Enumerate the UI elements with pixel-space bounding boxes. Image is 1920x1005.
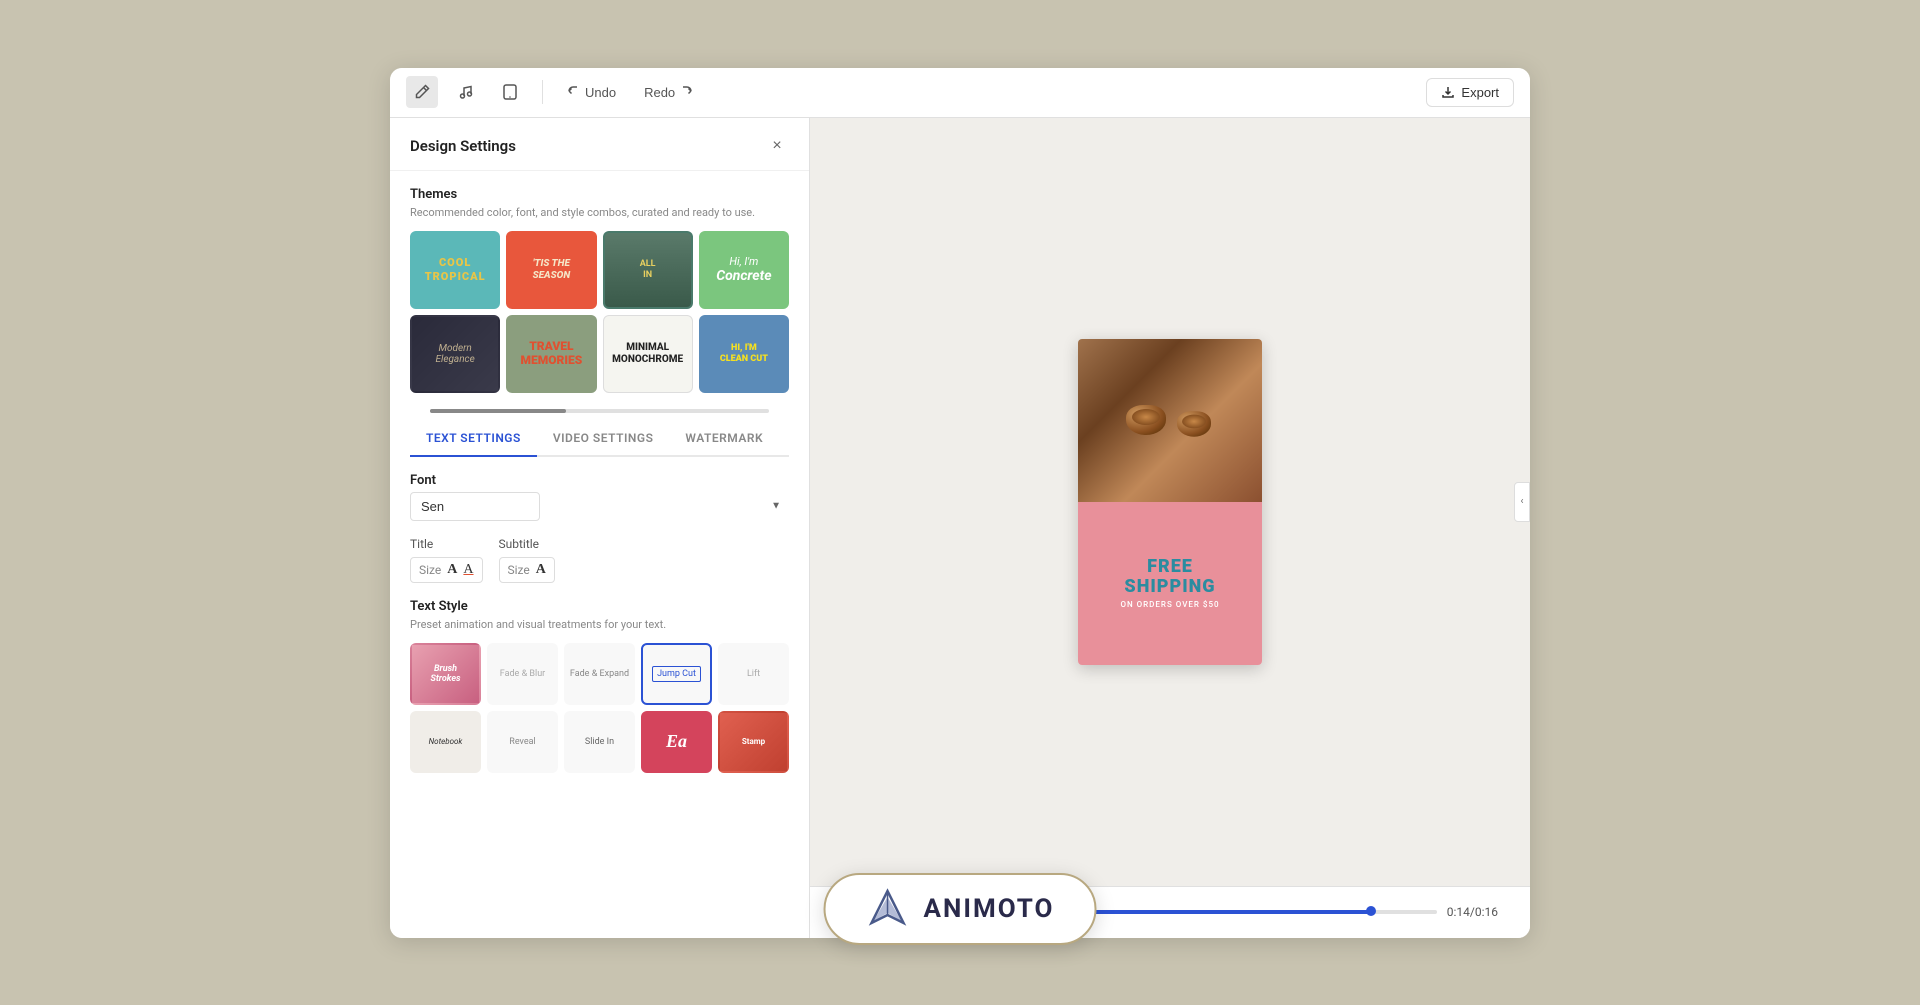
content-area: Design Settings × Themes Recommended col…	[390, 118, 1530, 938]
video-photo	[1078, 339, 1262, 502]
font-label: Font	[410, 473, 789, 488]
bowl-scene	[1078, 339, 1262, 502]
theme-card-concrete[interactable]: Hi, I'm Concrete	[699, 231, 789, 309]
title-control-group: Title Size A A	[410, 537, 483, 583]
animoto-logo-icon	[866, 887, 910, 931]
toolbar: Undo Redo Export	[390, 68, 1530, 118]
text-style-desc: Preset animation and visual treatments f…	[410, 618, 789, 631]
theme-card-all-in[interactable]: ALLIN	[603, 231, 693, 309]
panel-header: Design Settings ×	[390, 118, 809, 171]
theme-card-tis-the-season[interactable]: 'TIS THESEASON	[506, 231, 596, 309]
time-display: 0:14/0:16	[1447, 905, 1498, 919]
panel-content: Themes Recommended color, font, and styl…	[390, 171, 809, 938]
free-shipping-title: FREE SHIPPING	[1124, 557, 1215, 597]
theme-card-modern-elegance[interactable]: ModernElegance	[410, 315, 500, 393]
animoto-overlay: ANIMOTO	[824, 873, 1097, 945]
style-card-fade-expand[interactable]: Fade & Expand	[564, 643, 635, 705]
themes-scroll-indicator	[430, 409, 769, 413]
free-shipping-subtitle: ON ORDERS OVER $50	[1120, 600, 1219, 609]
music-icon[interactable]	[450, 76, 482, 108]
toolbar-divider	[542, 80, 543, 104]
subtitle-control-group: Subtitle Size A	[499, 537, 555, 583]
design-panel: Design Settings × Themes Recommended col…	[390, 118, 810, 938]
subtitle-size-label: Size	[508, 563, 530, 577]
style-card-reveal[interactable]: Reveal	[487, 711, 558, 773]
text-controls-row: Title Size A A Subtitle Size A	[410, 537, 789, 583]
style-card-fade-blur[interactable]: Fade & Blur	[487, 643, 558, 705]
style-grid-row1: BrushStrokes Fade & Blur Fade & Expand J…	[410, 643, 789, 705]
export-label: Export	[1461, 85, 1499, 100]
style-card-ea[interactable]: Ea	[641, 711, 712, 773]
font-select-arrow-icon: ▼	[771, 501, 781, 512]
video-text-section: FREE SHIPPING ON ORDERS OVER $50	[1078, 502, 1262, 665]
title-size-icon[interactable]: A	[447, 562, 457, 578]
mobile-icon[interactable]	[494, 76, 526, 108]
themes-grid: COOLTROPICAL 'TIS THESEASON ALLIN Hi, I'…	[410, 231, 789, 393]
tab-watermark[interactable]: WATERMARK	[669, 421, 779, 457]
canvas-area: FREE SHIPPING ON ORDERS OVER $50 ‹ Need …	[810, 118, 1530, 938]
redo-label: Redo	[644, 85, 675, 100]
toolbar-left: Undo Redo	[406, 76, 701, 108]
style-card-stamp[interactable]: Stamp	[718, 711, 789, 773]
undo-label: Undo	[585, 85, 616, 100]
subtitle-size-row: Size A	[499, 557, 555, 583]
bowl-1	[1126, 405, 1166, 435]
pencil-icon[interactable]	[406, 76, 438, 108]
themes-desc: Recommended color, font, and style combo…	[410, 206, 789, 219]
export-button[interactable]: Export	[1426, 78, 1514, 107]
title-size-row: Size A A	[410, 557, 483, 583]
style-card-lift[interactable]: Lift	[718, 643, 789, 705]
subtitle-label: Subtitle	[499, 537, 555, 551]
title-color-icon[interactable]: A	[463, 562, 473, 578]
title-label: Title	[410, 537, 483, 551]
theme-card-clean-cut[interactable]: HI, I'MCLEAN CUT	[699, 315, 789, 393]
text-style-label: Text Style	[410, 599, 789, 614]
style-card-notebook[interactable]: Notebook	[410, 711, 481, 773]
subtitle-size-icon[interactable]: A	[536, 562, 546, 578]
video-preview: FREE SHIPPING ON ORDERS OVER $50	[1078, 339, 1262, 665]
style-card-jump-cut[interactable]: Jump Cut	[641, 643, 712, 705]
style-card-brush-strokes[interactable]: BrushStrokes	[410, 643, 481, 705]
font-select[interactable]: Sen Roboto Open Sans Lato Montserrat	[410, 492, 540, 521]
theme-card-minimal-monochrome[interactable]: MINIMALMONOCHROME	[603, 315, 693, 393]
themes-label: Themes	[410, 187, 789, 202]
tab-text-settings[interactable]: TEXT SETTINGS	[410, 421, 537, 457]
panel-title: Design Settings	[410, 137, 516, 155]
tabs-bar: TEXT SETTINGS VIDEO SETTINGS WATERMARK	[410, 421, 789, 457]
bowl-2	[1177, 411, 1211, 437]
collapse-panel-handle[interactable]: ‹	[1514, 482, 1530, 522]
font-select-wrapper: Sen Roboto Open Sans Lato Montserrat ▼	[410, 492, 789, 521]
undo-button[interactable]: Undo	[559, 81, 624, 104]
app-window: Undo Redo Export Design Settings ×	[390, 68, 1530, 938]
theme-card-travel-memories[interactable]: TRAVELMEMORIES	[506, 315, 596, 393]
tab-video-settings[interactable]: VIDEO SETTINGS	[537, 421, 670, 457]
style-grid-row2: Notebook Reveal Slide In Ea Stamp	[410, 711, 789, 773]
canvas-main: FREE SHIPPING ON ORDERS OVER $50 ‹	[810, 118, 1530, 886]
panel-close-button[interactable]: ×	[765, 134, 789, 158]
theme-card-cool-tropical[interactable]: COOLTROPICAL	[410, 231, 500, 309]
style-card-slide-in[interactable]: Slide In	[564, 711, 635, 773]
text-settings-section: Font Sen Roboto Open Sans Lato Montserra…	[410, 473, 789, 773]
animoto-brand-name: ANIMOTO	[924, 894, 1055, 924]
title-size-label: Size	[419, 563, 441, 577]
redo-button[interactable]: Redo	[636, 81, 701, 104]
